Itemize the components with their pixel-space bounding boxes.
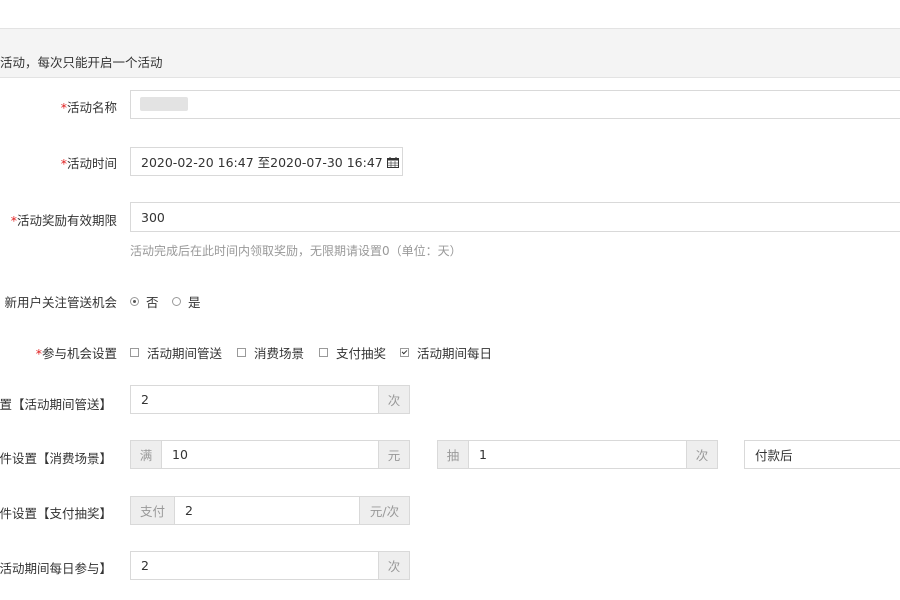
consume-draw-unit: 次 <box>686 440 718 469</box>
participation-label: *参与机会设置 <box>35 346 117 361</box>
consume-timing-select[interactable]: 付款后 <box>744 440 900 469</box>
participation-option-daily[interactable]: 活动期间每日 <box>400 343 492 362</box>
activity-time-value: 2020-02-20 16:47 至2020-07-30 16:47 <box>141 155 383 170</box>
reward-validity-label: *活动奖励有效期限 <box>10 213 117 228</box>
consume-draw-input[interactable]: 1 <box>468 440 687 469</box>
activity-name-input[interactable] <box>130 90 900 119</box>
checkbox-unchecked-icon[interactable] <box>237 348 246 357</box>
activity-time-label: *活动时间 <box>60 156 117 171</box>
gift-times-input[interactable]: 2 <box>130 385 379 414</box>
reward-validity-value: 300 <box>141 209 165 225</box>
consume-setting-label: 件设置【消费场景】 <box>0 451 112 466</box>
consume-min-input[interactable]: 10 <box>161 440 379 469</box>
checkbox-checked-icon[interactable] <box>400 348 409 357</box>
checkbox-unchecked-icon[interactable] <box>130 348 139 357</box>
daily-times-unit: 次 <box>378 551 410 580</box>
checkbox-unchecked-icon[interactable] <box>319 348 328 357</box>
reward-validity-input[interactable]: 300 <box>130 202 900 232</box>
radio-unchecked-icon[interactable] <box>172 297 181 306</box>
daily-times-label: 活动期间每日参与】 <box>0 561 112 576</box>
calendar-icon[interactable] <box>386 156 399 168</box>
pay-draw-input[interactable]: 2 <box>174 496 360 525</box>
participation-option-consume[interactable]: 消费场景 <box>237 343 304 362</box>
gift-times-unit: 次 <box>378 385 410 414</box>
consume-draw-prefix: 抽 <box>437 440 469 469</box>
radio-checked-icon[interactable] <box>130 297 139 306</box>
activity-time-input[interactable]: 2020-02-20 16:47 至2020-07-30 16:47 <box>130 147 403 176</box>
participation-option-pay[interactable]: 支付抽奖 <box>319 343 386 362</box>
daily-times-input[interactable]: 2 <box>130 551 379 580</box>
new-user-option-no[interactable]: 否 <box>130 292 159 311</box>
top-bar <box>0 0 900 29</box>
new-user-gift-label: 新用户关注管送机会 <box>4 295 117 310</box>
redacted-name-value <box>140 97 188 111</box>
pay-draw-prefix: 支付 <box>130 496 175 525</box>
new-user-option-yes[interactable]: 是 <box>172 292 201 311</box>
pay-draw-label: 件设置【支付抽奖】 <box>0 506 112 521</box>
consume-min-unit: 元 <box>378 440 410 469</box>
section-title: 活动，每次只能开启一个活动 <box>0 55 163 70</box>
activity-name-label: *活动名称 <box>60 100 117 115</box>
reward-validity-hint: 活动完成后在此时间内领取奖励，无限期请设置0（单位：天） <box>130 244 462 258</box>
consume-min-prefix: 满 <box>130 440 162 469</box>
gift-times-label: 置【活动期间管送】 <box>0 397 112 412</box>
pay-draw-unit: 元/次 <box>359 496 410 525</box>
participation-option-gift[interactable]: 活动期间管送 <box>130 343 222 362</box>
